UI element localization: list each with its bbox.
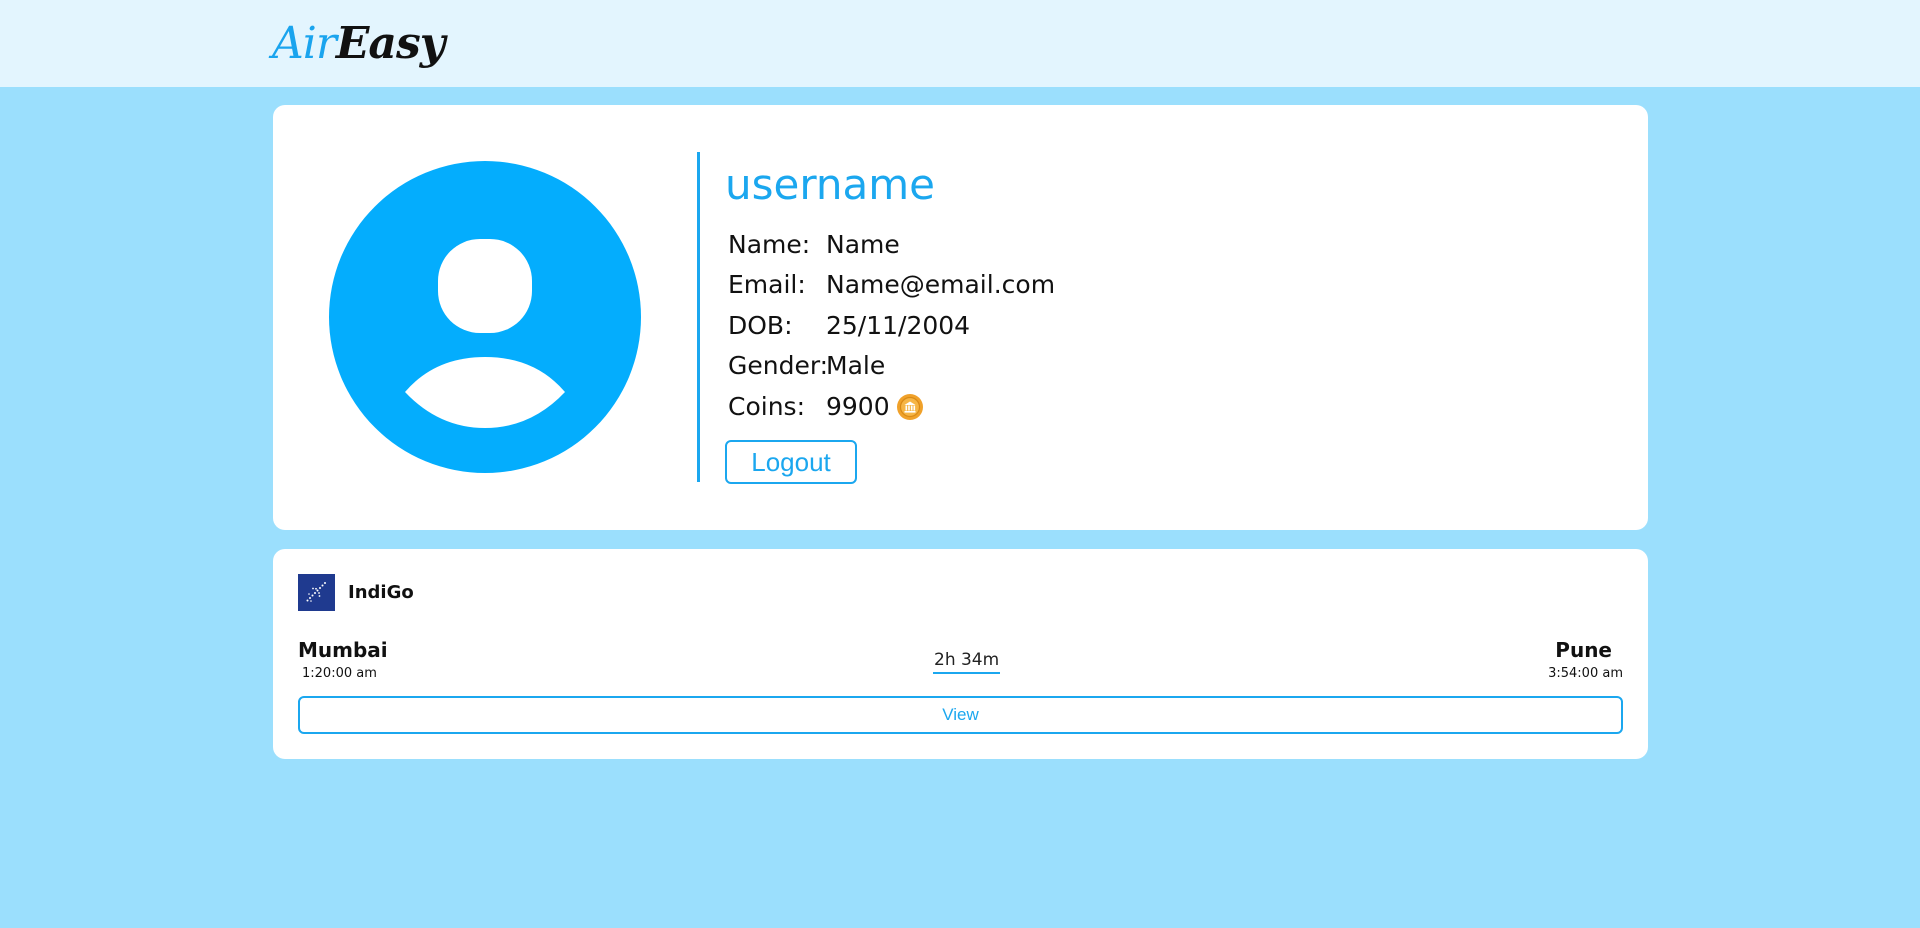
profile-username: username	[725, 160, 935, 209]
info-row-coins: Coins: 9900	[728, 389, 924, 425]
info-row-gender: Gender: Male	[728, 348, 885, 384]
gender-value: Male	[826, 351, 886, 380]
indigo-logo-icon	[298, 574, 335, 611]
email-label: Email:	[728, 270, 806, 299]
arrival-city: Pune	[1555, 638, 1612, 662]
info-row-name: Name: Name	[728, 227, 900, 263]
profile-card: username Name: Name Email: Name@email.co…	[273, 105, 1648, 530]
flight-duration: 2h 34m	[933, 648, 1001, 674]
top-bar: AirEasy	[0, 0, 1920, 87]
app-logo[interactable]: AirEasy	[272, 14, 445, 74]
logout-button[interactable]: Logout	[725, 440, 857, 484]
departure-city: Mumbai	[298, 638, 388, 662]
info-row-dob: DOB: 25/11/2004	[728, 308, 970, 344]
airline-name: IndiGo	[348, 582, 414, 603]
coins-label: Coins:	[728, 392, 805, 421]
email-value: Name@email.com	[826, 270, 1056, 299]
dob-label: DOB:	[728, 311, 793, 340]
vertical-divider	[697, 152, 700, 482]
view-flight-button[interactable]: View	[298, 696, 1623, 734]
coin-icon	[896, 393, 924, 421]
coins-value-wrap: 9900	[826, 389, 924, 425]
name-label: Name:	[728, 230, 811, 259]
coins-value: 9900	[826, 392, 890, 421]
logo-part-easy: Easy	[335, 18, 445, 69]
name-value: Name	[826, 230, 900, 259]
logo-part-air: Air	[272, 18, 337, 69]
info-row-email: Email: Name@email.com	[728, 267, 1055, 303]
flight-card: IndiGo Mumbai 1:20:00 am 2h 34m Pune 3:5…	[273, 549, 1648, 759]
gender-label: Gender:	[728, 351, 829, 380]
departure-time: 1:20:00 am	[302, 666, 377, 681]
user-avatar-icon	[329, 161, 641, 473]
dob-value: 25/11/2004	[826, 311, 971, 340]
arrival-time: 3:54:00 am	[1548, 666, 1623, 681]
